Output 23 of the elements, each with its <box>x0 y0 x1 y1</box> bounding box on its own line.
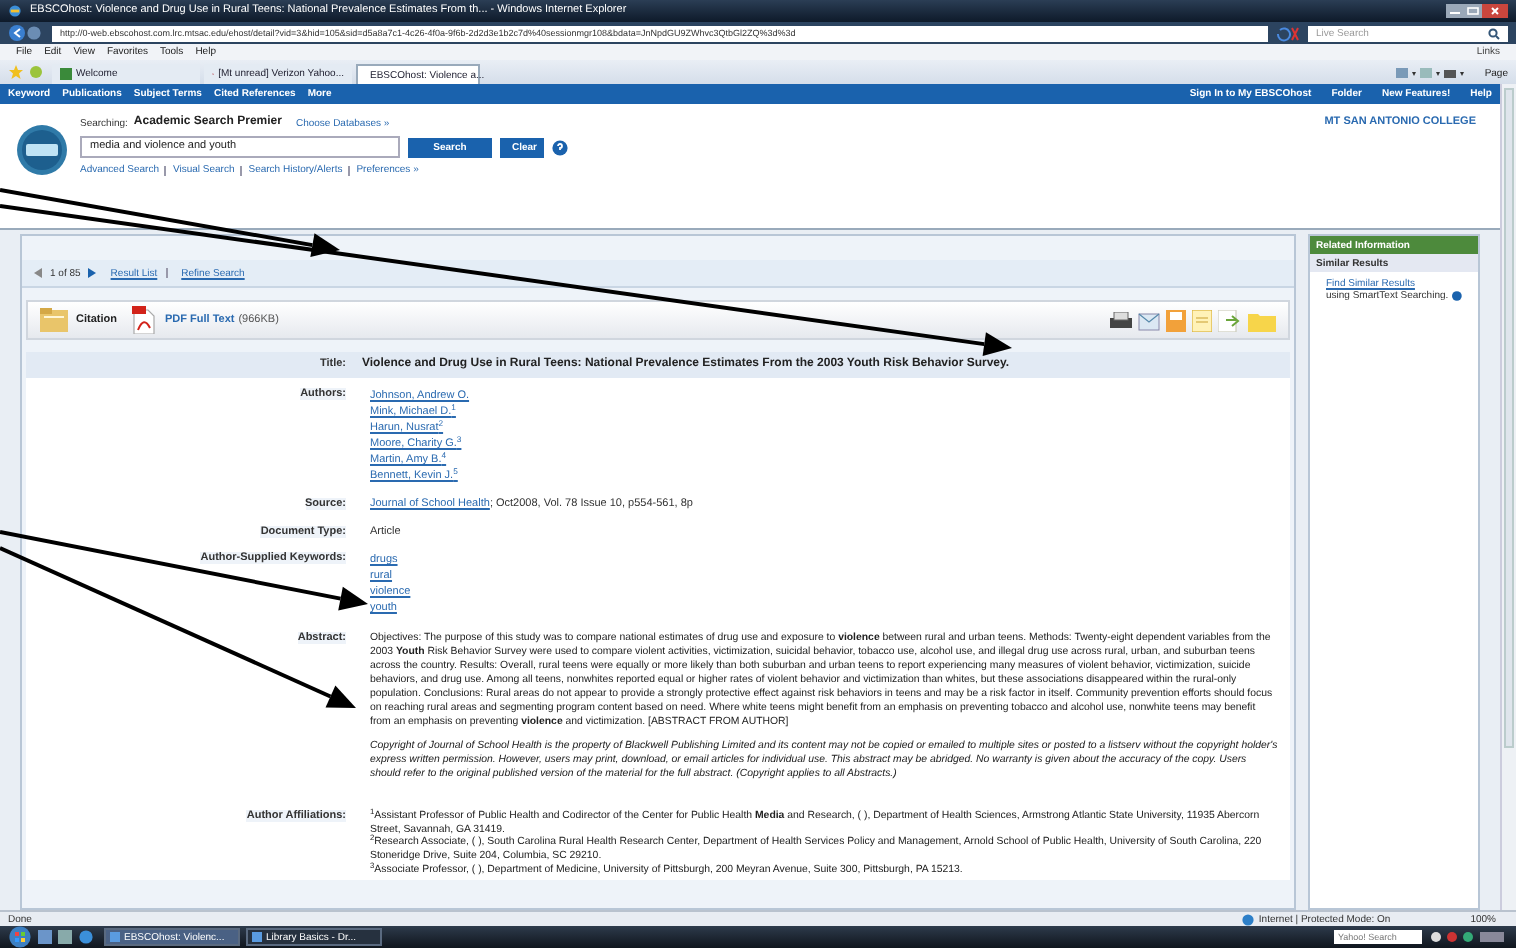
favorites-icons <box>8 64 48 80</box>
pdf-icon <box>132 306 157 334</box>
browser-icon <box>8 4 22 18</box>
search-icon <box>1488 27 1500 39</box>
previous-icon <box>34 268 42 278</box>
notes-icon[interactable] <box>1192 309 1212 331</box>
close-icon <box>1482 3 1508 17</box>
back-forward-icon <box>8 24 44 42</box>
printer-icon[interactable] <box>1110 311 1132 329</box>
folder-icon[interactable] <box>1248 309 1276 331</box>
quick-launch-icons <box>38 930 98 944</box>
scrollbar[interactable] <box>1500 84 1516 910</box>
refresh-stop-icon <box>1276 25 1300 41</box>
next-icon <box>88 268 97 278</box>
app-icon <box>110 932 120 942</box>
app-icon <box>252 932 262 942</box>
minimize-icon <box>1446 3 1464 17</box>
ebsco-logo <box>16 124 68 176</box>
save-icon[interactable] <box>1166 309 1186 331</box>
system-tray-icons <box>1428 930 1508 944</box>
export-icon[interactable] <box>1218 309 1242 331</box>
folder-icon <box>40 308 68 332</box>
maximize-icon <box>1464 3 1482 17</box>
